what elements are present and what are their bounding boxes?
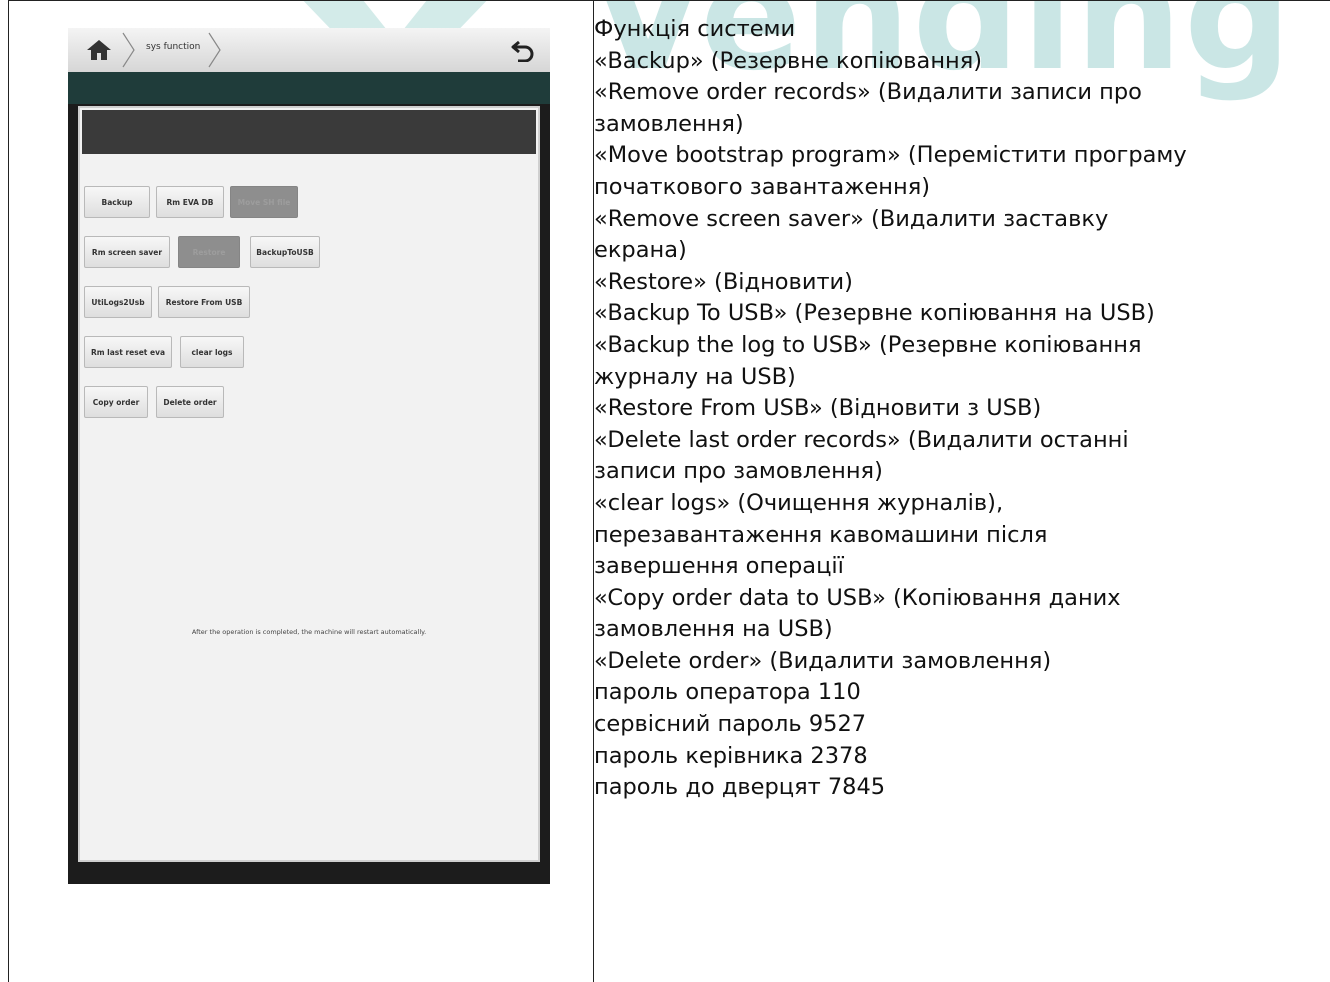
text-line: «Backup» (Резервне копіювання) [594, 47, 983, 74]
panel-header [82, 110, 536, 154]
title-strip [68, 72, 550, 104]
backup-button[interactable]: Backup [84, 186, 150, 218]
text-line: пароль керівника 2378 [594, 742, 868, 769]
text-line: «Delete order» (Видалити замовлення) [594, 647, 1052, 674]
breadcrumb-label[interactable]: sys function [146, 42, 200, 52]
delete-order-button[interactable]: Delete order [156, 386, 224, 418]
home-icon [87, 40, 111, 60]
text-line: «Remove screen saver» (Видалити заставку [594, 205, 1109, 232]
copy-order-button[interactable]: Copy order [84, 386, 148, 418]
text-line: Функція системи [594, 16, 796, 42]
text-line: журналу на USB) [594, 363, 796, 390]
home-button[interactable] [78, 34, 120, 66]
rm-eva-db-button[interactable]: Rm EVA DB [156, 186, 224, 218]
text-line: «Delete last order records» (Видалити ос… [594, 426, 1129, 453]
undo-arrow-icon [511, 40, 534, 62]
clear-logs-button[interactable]: clear logs [180, 336, 244, 368]
rm-screen-saver-button[interactable]: Rm screen saver [84, 236, 170, 268]
text-line: екрана) [594, 237, 687, 264]
text-line: «Copy order data to USB» (Копіювання дан… [594, 584, 1121, 611]
restart-note: After the operation is completed, the ma… [191, 628, 427, 636]
util-logs-to-usb-button[interactable]: UtiLogs2Usb [84, 286, 152, 318]
text-line: сервісний пароль 9527 [594, 711, 867, 738]
text-line: «Backup To USB» (Резервне копіювання на … [594, 300, 1155, 327]
backup-to-usb-button[interactable]: BackupToUSB [250, 236, 320, 268]
text-line: початкового завантаження) [594, 173, 931, 200]
description-text: Функція системи «Backup» (Резервне копію… [594, 14, 1330, 804]
text-line: завершення операції [594, 553, 844, 580]
rm-last-reset-eva-button[interactable]: Rm last reset eva [84, 336, 172, 368]
text-line: «Backup the log to USB» (Резервне копіюв… [594, 331, 1142, 358]
restore-button[interactable]: Restore [178, 236, 240, 268]
tablet-screenshot: sys function Backup Rm EVA DB Move SH fi… [68, 28, 550, 884]
move-sh-file-button[interactable]: Move SH file [230, 186, 298, 218]
text-line: «Restore From USB» (Відновити з USB) [594, 395, 1042, 422]
breadcrumb-chevron-icon [208, 32, 221, 68]
text-line: замовлення) [594, 110, 744, 137]
text-line: «Move bootstrap program» (Перемістити пр… [594, 142, 1187, 169]
function-panel: Backup Rm EVA DB Move SH file Rm screen … [78, 106, 540, 862]
text-line: пароль оператора 110 [594, 679, 861, 706]
table-top-border [9, 0, 1330, 1]
text-line: замовлення на USB) [594, 616, 833, 643]
restore-from-usb-button[interactable]: Restore From USB [158, 286, 250, 318]
breadcrumb-chevron-icon [122, 32, 135, 68]
text-line: перезавантаження кавомашини після [594, 521, 1048, 548]
text-line: «Remove order records» (Видалити записи … [594, 79, 1142, 106]
text-line: «Restore» (Відновити) [594, 268, 853, 295]
text-line: записи про замовлення) [594, 458, 883, 485]
text-line: «clear logs» (Очищення журналів), [594, 489, 1004, 516]
top-bar: sys function [68, 28, 550, 72]
text-line: пароль до дверцят 7845 [594, 774, 886, 801]
back-button[interactable] [506, 34, 540, 66]
